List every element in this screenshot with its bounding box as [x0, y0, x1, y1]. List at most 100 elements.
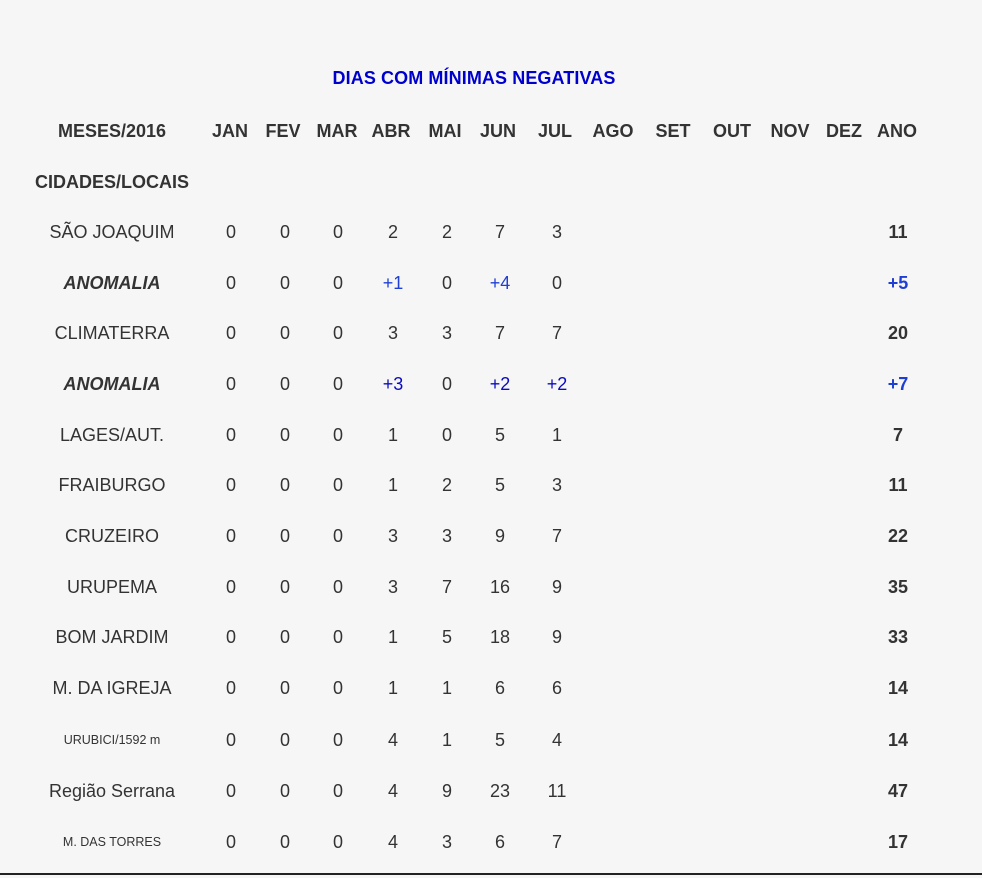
row-total: +7 [887, 374, 909, 394]
table-cell: 5 [494, 730, 506, 750]
table-cell: 3 [551, 475, 563, 495]
table-cell: 0 [225, 678, 237, 698]
table-cell: 0 [279, 832, 291, 852]
table-cell: 0 [279, 475, 291, 495]
table-cell: 1 [387, 678, 399, 698]
table-cell: +2 [489, 374, 511, 394]
table-cell: 0 [332, 678, 344, 698]
month-header-jan: JAN [211, 121, 249, 141]
table-cell: 2 [387, 222, 399, 242]
row-total: 20 [887, 323, 909, 343]
table-cell: 0 [332, 323, 344, 343]
table-cell: 0 [225, 425, 237, 445]
table-cell: 0 [332, 273, 344, 293]
month-header-out: OUT [713, 121, 751, 141]
subheader-cidades-locais: CIDADES/LOCAIS [34, 172, 190, 192]
header-row-label: MESES/2016 [57, 121, 167, 141]
table-cell: 18 [489, 627, 511, 647]
table-cell: 2 [441, 475, 453, 495]
table-cell: 4 [551, 730, 563, 750]
row-label: SÃO JOAQUIM [49, 222, 175, 242]
month-header-ago: AGO [592, 121, 634, 141]
table-cell: 0 [441, 425, 453, 445]
table-cell: 3 [441, 832, 453, 852]
table-cell: 0 [279, 374, 291, 394]
table-cell: 5 [494, 475, 506, 495]
table-cell: 0 [225, 222, 237, 242]
row-label: LAGES/AUT. [59, 425, 165, 445]
table-cell: 9 [494, 526, 506, 546]
table-cell: 0 [225, 526, 237, 546]
month-header-fev: FEV [265, 121, 301, 141]
table-cell: +3 [382, 374, 404, 394]
table-cell: 0 [332, 475, 344, 495]
table-cell: 1 [387, 475, 399, 495]
table-cell: 23 [489, 781, 511, 801]
table-cell: 6 [494, 832, 506, 852]
table-cell: 0 [279, 273, 291, 293]
row-label: URUBICI/1592 m [63, 732, 161, 747]
table-cell: 7 [494, 323, 506, 343]
row-label: ANOMALIA [63, 273, 161, 293]
row-total: 22 [887, 526, 909, 546]
row-label: URUPEMA [66, 577, 158, 597]
row-total: 14 [887, 678, 909, 698]
table-cell: 2 [441, 222, 453, 242]
table-cell: 0 [332, 627, 344, 647]
table-cell: 0 [279, 678, 291, 698]
table-cell: 0 [225, 475, 237, 495]
table-cell: 0 [332, 832, 344, 852]
table-cell: 3 [441, 323, 453, 343]
table-cell: 0 [332, 222, 344, 242]
table-cell: 0 [225, 323, 237, 343]
month-header-dez: DEZ [826, 121, 862, 141]
table-cell: 7 [551, 323, 563, 343]
bottom-divider [0, 873, 982, 875]
table-cell: 0 [225, 781, 237, 801]
table-cell: 7 [494, 222, 506, 242]
table-cell: 3 [387, 526, 399, 546]
table-cell: 0 [225, 273, 237, 293]
row-total: 7 [892, 425, 904, 445]
row-label: Região Serrana [48, 781, 176, 801]
table-cell: 6 [551, 678, 563, 698]
row-label: FRAIBURGO [58, 475, 166, 495]
table-cell: 0 [332, 577, 344, 597]
table-cell: 3 [551, 222, 563, 242]
table-cell: 9 [441, 781, 453, 801]
table-cell: 0 [441, 374, 453, 394]
table-cell: 0 [279, 323, 291, 343]
row-label: BOM JARDIM [55, 627, 169, 647]
table-cell: +2 [546, 374, 568, 394]
table-cell: 4 [387, 730, 399, 750]
table-cell: 0 [225, 627, 237, 647]
table-cell: 5 [494, 425, 506, 445]
row-label: CRUZEIRO [65, 526, 159, 546]
table-cell: +4 [489, 273, 511, 293]
table-cell: 0 [225, 577, 237, 597]
table-cell: 9 [551, 577, 563, 597]
table-cell: 11 [547, 781, 567, 801]
month-header-jul: JUL [537, 121, 573, 141]
table-cell: 1 [387, 425, 399, 445]
month-header-jun: JUN [479, 121, 517, 141]
month-header-mai: MAI [428, 121, 462, 141]
table-cell: 0 [279, 526, 291, 546]
table-cell: 5 [441, 627, 453, 647]
month-header-set: SET [655, 121, 691, 141]
table-title: DIAS COM MÍNIMAS NEGATIVAS [332, 68, 616, 88]
table-cell: 0 [332, 781, 344, 801]
table-cell: 0 [279, 627, 291, 647]
month-header-ano: ANO [877, 121, 917, 141]
row-total: 47 [887, 781, 909, 801]
month-header-abr: ABR [371, 121, 411, 141]
table-cell: 3 [441, 526, 453, 546]
table-cell: 0 [441, 273, 453, 293]
table-cell: 3 [387, 577, 399, 597]
month-header-mar: MAR [316, 121, 358, 141]
table-cell: 16 [489, 577, 511, 597]
table-cell: 9 [551, 627, 563, 647]
row-label: M. DA IGREJA [52, 678, 172, 698]
table-cell: 0 [279, 425, 291, 445]
table-cell: 7 [441, 577, 453, 597]
